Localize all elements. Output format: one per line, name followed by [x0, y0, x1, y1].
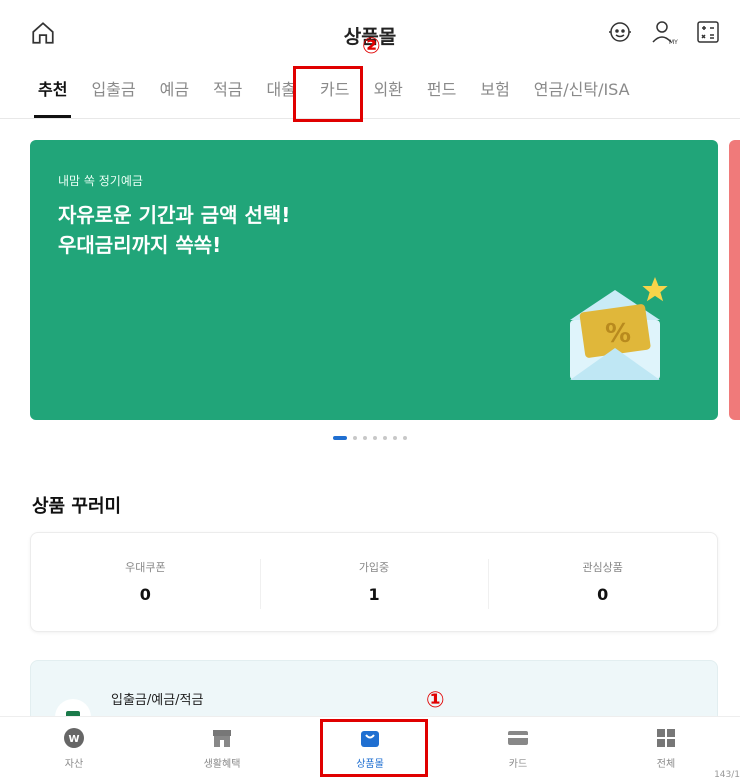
carousel-dot	[333, 436, 347, 440]
highlight-box-loan-tab	[293, 66, 363, 122]
nav-label: 자산	[64, 759, 84, 770]
svg-text:%: %	[605, 319, 631, 349]
nav-label: 전체	[656, 759, 676, 770]
section-title: 상품 꾸러미	[32, 496, 122, 517]
tab-savings[interactable]: 적금	[213, 72, 242, 118]
carousel-dot	[363, 436, 367, 440]
card-icon	[508, 731, 528, 745]
tab-insurance[interactable]: 보험	[480, 72, 509, 118]
carousel-dot	[373, 436, 377, 440]
category-title: 입출금/예금/적금	[111, 693, 204, 708]
annotation-number-1: ①	[426, 688, 445, 713]
stat-coupon[interactable]: 우대쿠폰 0	[31, 533, 260, 631]
highlight-box-product-mall	[320, 719, 428, 777]
carousel-dot	[383, 436, 387, 440]
carousel-indicator	[0, 436, 740, 440]
tab-time-deposit[interactable]: 예금	[160, 72, 189, 118]
next-banner-peek[interactable]	[729, 140, 740, 420]
tab-fund[interactable]: 펀드	[427, 72, 456, 118]
carousel-dot	[353, 436, 357, 440]
stat-label: 가입중	[358, 561, 390, 574]
tab-foreign-exchange[interactable]: 외환	[373, 72, 402, 118]
menu-grid-icon	[657, 729, 675, 747]
tabs-divider	[0, 118, 740, 119]
nav-item-asset[interactable]: W 자산	[0, 717, 148, 780]
carousel-dot	[393, 436, 397, 440]
nav-item-life-benefit[interactable]: 생활혜택	[148, 717, 296, 780]
banner-subtitle: 내맘 쏙 정기예금	[58, 174, 143, 188]
nav-label: 생활혜택	[203, 759, 241, 770]
svg-text:MY: MY	[669, 39, 678, 46]
nav-label: 카드	[508, 759, 528, 770]
stat-label: 우대쿠폰	[125, 561, 166, 574]
stat-label: 관심상품	[582, 561, 623, 574]
nav-item-card[interactable]: 카드	[444, 717, 592, 780]
banner-title-line1: 자유로운 기간과 금액 선택!	[58, 203, 291, 227]
annotation-number-2: ②	[362, 34, 381, 59]
svg-text:W: W	[69, 734, 80, 745]
tab-recommend[interactable]: 추천	[33, 72, 72, 118]
tab-deposit-withdraw[interactable]: 입출금	[91, 72, 135, 118]
stat-interested[interactable]: 관심상품 0	[488, 533, 717, 631]
store-icon	[213, 730, 231, 747]
product-tabs: 추천 입출금 예금 적금 대출 카드 외환 펀드 보험 연금/신탁/ISA	[0, 72, 740, 118]
stat-value: 1	[368, 585, 380, 604]
product-bundle-card: 우대쿠폰 0 가입중 1 관심상품 0	[30, 532, 718, 632]
chatbot-icon[interactable]	[606, 18, 634, 46]
envelope-icon: %	[570, 277, 668, 380]
tab-loan[interactable]: 대출	[267, 72, 296, 118]
carousel-dot	[403, 436, 407, 440]
calculator-icon[interactable]	[694, 18, 722, 46]
page-indicator: 143/1	[714, 770, 740, 780]
my-profile-icon[interactable]: MY	[650, 18, 678, 46]
stat-value: 0	[597, 585, 609, 604]
tab-pension-trust-isa[interactable]: 연금/신탁/ISA	[534, 72, 630, 118]
banner-title: 자유로운 기간과 금액 선택! 우대금리까지 쏙쏙!	[58, 200, 290, 260]
stat-value: 0	[139, 585, 151, 604]
stat-subscribed[interactable]: 가입중 1	[259, 533, 489, 631]
promo-banner[interactable]: 내맘 쏙 정기예금 자유로운 기간과 금액 선택! 우대금리까지 쏙쏙! %	[30, 140, 718, 420]
banner-title-line2: 우대금리까지 쏙쏙!	[58, 233, 222, 257]
asset-icon: W	[64, 728, 84, 748]
